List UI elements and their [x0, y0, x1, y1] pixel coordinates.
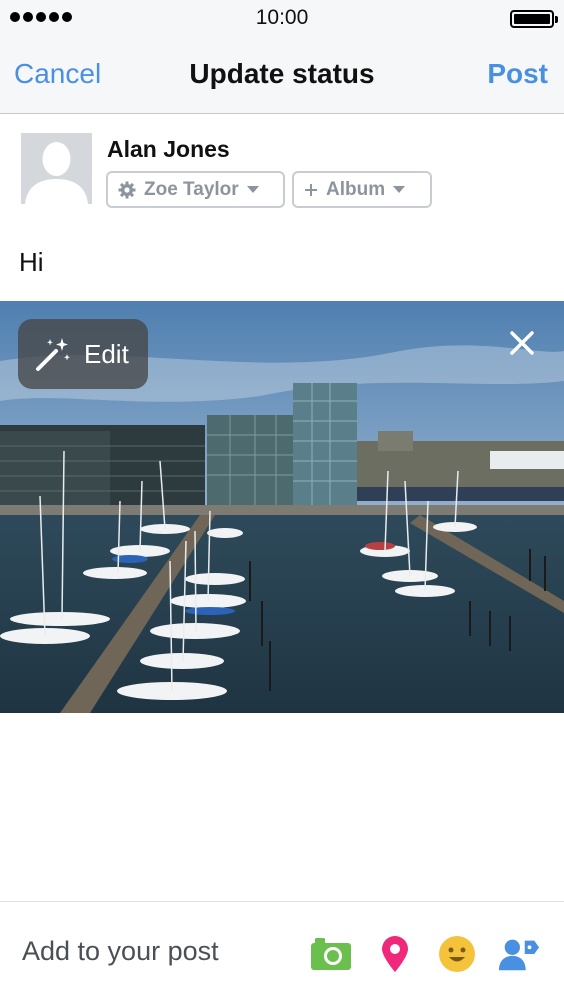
status-time: 10:00 [255, 6, 309, 29]
audience-selector[interactable]: Zoe Taylor [106, 171, 285, 208]
feeling-smiley-icon [439, 936, 475, 972]
status-bar: 10:00 [0, 0, 564, 36]
add-feeling-button[interactable] [436, 934, 478, 974]
chevron-down-icon [246, 186, 259, 193]
battery-icon [510, 10, 558, 28]
album-label: Album [326, 178, 386, 200]
remove-photo-button[interactable] [506, 327, 538, 359]
default-avatar-icon [21, 133, 92, 204]
author-name: Alan Jones [107, 136, 230, 162]
close-icon [510, 331, 534, 355]
audience-label: Zoe Taylor [144, 178, 239, 200]
album-selector[interactable]: Album [292, 171, 432, 208]
status-text-input[interactable]: Hi [19, 247, 44, 278]
tag-people-button[interactable] [498, 934, 540, 974]
nav-bar: Cancel Update status Post [0, 36, 564, 114]
plus-icon [304, 183, 318, 197]
tag-people-icon [498, 939, 540, 971]
edit-photo-button[interactable]: Edit [18, 319, 148, 389]
post-button[interactable]: Post [487, 58, 548, 90]
add-photo-button[interactable] [310, 934, 352, 974]
add-location-button[interactable] [374, 934, 416, 974]
edit-label: Edit [84, 338, 129, 369]
add-to-post-label[interactable]: Add to your post [22, 936, 219, 967]
add-to-post-bar: Add to your post [0, 901, 564, 1001]
cancel-button[interactable]: Cancel [14, 58, 101, 90]
gear-icon [118, 181, 136, 199]
chevron-down-icon [393, 186, 406, 193]
magic-wand-icon [34, 335, 72, 373]
location-pin-icon [382, 936, 408, 972]
avatar [21, 133, 92, 204]
camera-icon [311, 938, 351, 970]
